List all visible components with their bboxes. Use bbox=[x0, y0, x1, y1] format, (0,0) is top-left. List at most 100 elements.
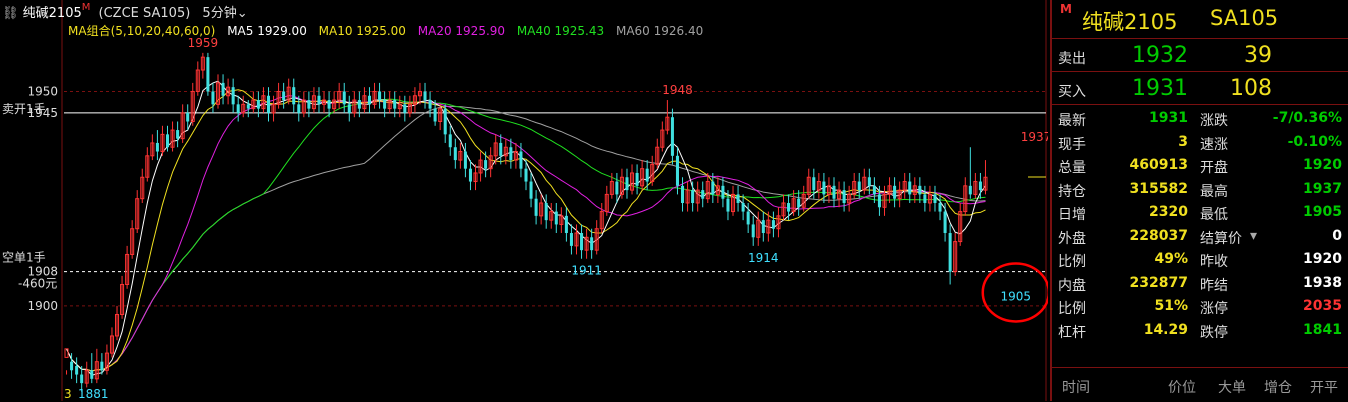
candle-body[interactable] bbox=[231, 87, 235, 105]
ask-row[interactable]: 卖出 1932 39 bbox=[1052, 39, 1348, 72]
candle-body[interactable] bbox=[292, 87, 296, 105]
candle-body[interactable] bbox=[741, 202, 745, 212]
candle-body[interactable] bbox=[564, 215, 568, 234]
candle-body[interactable] bbox=[812, 177, 816, 191]
candle-body[interactable] bbox=[297, 104, 301, 113]
candle-body[interactable] bbox=[519, 151, 523, 169]
candle-body[interactable] bbox=[842, 190, 846, 203]
candle-body[interactable] bbox=[186, 112, 190, 122]
candle-body[interactable] bbox=[327, 100, 331, 109]
candle-body[interactable] bbox=[978, 181, 982, 191]
candle-body[interactable] bbox=[721, 185, 725, 199]
candle-body[interactable] bbox=[282, 91, 286, 101]
candle-body[interactable] bbox=[499, 142, 503, 156]
candle-body[interactable] bbox=[590, 237, 594, 251]
ma-group-label[interactable]: MA组合(5,10,20,40,60,0) bbox=[68, 24, 215, 38]
candle-body[interactable] bbox=[711, 181, 715, 195]
candle-body[interactable] bbox=[938, 202, 942, 212]
candle-body[interactable] bbox=[347, 104, 351, 113]
candle-body[interactable] bbox=[948, 233, 952, 272]
candle-body[interactable] bbox=[933, 194, 937, 203]
candle-body[interactable] bbox=[635, 172, 639, 186]
candle-body[interactable] bbox=[675, 155, 679, 186]
candle-body[interactable] bbox=[832, 185, 836, 199]
candle-body[interactable] bbox=[317, 95, 321, 105]
candle-body[interactable] bbox=[893, 185, 897, 199]
candle-body[interactable] bbox=[367, 95, 371, 105]
candle-body[interactable] bbox=[615, 181, 619, 195]
candle-body[interactable] bbox=[80, 374, 84, 384]
candle-body[interactable] bbox=[645, 168, 649, 182]
candle-body[interactable] bbox=[378, 91, 382, 101]
candle-body[interactable] bbox=[857, 181, 861, 191]
candle-body[interactable] bbox=[165, 134, 170, 148]
candle-body[interactable] bbox=[307, 100, 311, 109]
candle-body[interactable] bbox=[580, 233, 584, 251]
candle-body[interactable] bbox=[75, 365, 79, 375]
link-icon[interactable]: ⛓ bbox=[2, 6, 19, 21]
candle-body[interactable] bbox=[822, 181, 826, 195]
candle-body[interactable] bbox=[393, 100, 397, 109]
candle-body[interactable] bbox=[529, 181, 533, 199]
candle-body[interactable] bbox=[746, 211, 750, 225]
candle-body[interactable] bbox=[64, 348, 69, 358]
bid-row[interactable]: 买入 1931 108 bbox=[1052, 72, 1348, 105]
candle-body[interactable] bbox=[968, 185, 972, 195]
candle-body[interactable] bbox=[357, 100, 361, 109]
candle-body[interactable] bbox=[176, 130, 180, 139]
candle-body[interactable] bbox=[771, 220, 775, 229]
candle-body[interactable] bbox=[443, 108, 447, 135]
tab-open-close[interactable]: 开平 bbox=[1310, 377, 1338, 397]
candle-body[interactable] bbox=[428, 100, 432, 109]
candle-body[interactable] bbox=[206, 57, 210, 92]
candle-body[interactable] bbox=[90, 370, 94, 379]
candle-body[interactable] bbox=[463, 151, 467, 169]
candle-body[interactable] bbox=[867, 177, 871, 186]
candle-body[interactable] bbox=[256, 100, 260, 109]
candle-body[interactable] bbox=[211, 91, 215, 105]
candle-body[interactable] bbox=[681, 185, 685, 203]
tab-position-change[interactable]: 增仓 bbox=[1264, 377, 1292, 397]
candle-body[interactable] bbox=[736, 194, 740, 203]
chart-canvas[interactable]: 195019001945卖开1手1908空单1手-460元19591948191… bbox=[0, 0, 1048, 401]
tab-time[interactable]: 时间 bbox=[1062, 377, 1090, 397]
candle-body[interactable] bbox=[221, 82, 225, 96]
candle-body[interactable] bbox=[701, 190, 705, 199]
candle-body[interactable] bbox=[908, 181, 912, 195]
candle-body[interactable] bbox=[544, 202, 548, 221]
candle-body[interactable] bbox=[872, 185, 876, 195]
candle-body[interactable] bbox=[509, 147, 513, 161]
candle-body[interactable] bbox=[453, 147, 457, 161]
candle-body[interactable] bbox=[100, 361, 104, 371]
candle-body[interactable] bbox=[484, 160, 488, 169]
candle-body[interactable] bbox=[761, 220, 765, 234]
candle-body[interactable] bbox=[383, 100, 387, 109]
period-selector[interactable]: 5分钟⌄ bbox=[202, 6, 247, 21]
candle-body[interactable] bbox=[877, 194, 881, 208]
candle-body[interactable] bbox=[534, 198, 538, 216]
candle-body[interactable] bbox=[554, 211, 558, 225]
candle-body[interactable] bbox=[569, 233, 573, 246]
candle-body[interactable] bbox=[670, 117, 674, 156]
candle-body[interactable] bbox=[246, 104, 250, 109]
tab-price-level[interactable]: 价位 bbox=[1168, 377, 1196, 397]
candle-body[interactable] bbox=[433, 108, 437, 122]
candle-body[interactable] bbox=[468, 168, 472, 182]
candle-body[interactable] bbox=[448, 134, 452, 148]
candle-body[interactable] bbox=[524, 168, 528, 182]
candle-body[interactable] bbox=[923, 194, 927, 203]
candle-body[interactable] bbox=[403, 104, 407, 113]
candle-body[interactable] bbox=[751, 224, 755, 238]
candle-body[interactable] bbox=[70, 361, 74, 371]
candle-body[interactable] bbox=[625, 177, 629, 191]
candle-body[interactable] bbox=[342, 91, 346, 105]
candle-body[interactable] bbox=[423, 91, 427, 101]
candle-body[interactable] bbox=[726, 198, 730, 212]
candle-body[interactable] bbox=[236, 104, 240, 113]
tab-big-order[interactable]: 大单 bbox=[1218, 377, 1246, 397]
candle-body[interactable] bbox=[943, 211, 947, 234]
candlestick-chart[interactable]: 1950 1900 1945 卖开1手 1908 空单1手 -460元 1959 1948 191… bbox=[0, 0, 1048, 401]
candle-body[interactable] bbox=[691, 190, 695, 203]
candle-body[interactable] bbox=[918, 185, 922, 195]
candle-body[interactable] bbox=[787, 202, 791, 212]
